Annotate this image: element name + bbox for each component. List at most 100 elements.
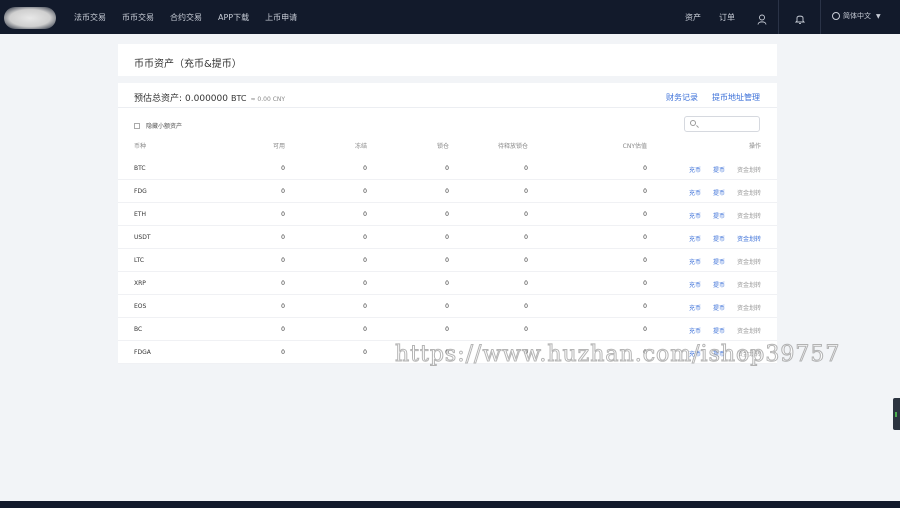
- row-actions: 充币 提币 资金划转: [677, 234, 761, 243]
- cell-cny-value: 0: [643, 257, 647, 264]
- deposit-button[interactable]: 充币: [689, 234, 701, 243]
- transfer-button[interactable]: 资金划转: [737, 211, 761, 220]
- search-input[interactable]: [684, 116, 760, 132]
- row-actions: 充币 提币 资金划转: [677, 211, 761, 220]
- main-nav: 法币交易 币币交易 合约交易 APP下载 上币申请: [74, 0, 313, 34]
- cell-locked: 0: [445, 326, 449, 333]
- cell-coin: ETH: [134, 211, 146, 218]
- withdraw-button[interactable]: 提币: [713, 280, 725, 289]
- cell-available: 0: [281, 280, 285, 287]
- deposit-button[interactable]: 充币: [689, 188, 701, 197]
- table-row: USDT 0 0 0 0 0 充币 提币 资金划转: [118, 226, 777, 249]
- cell-available: 0: [281, 188, 285, 195]
- cell-coin: FDG: [134, 188, 147, 195]
- table-row: ETH 0 0 0 0 0 充币 提币 资金划转: [118, 203, 777, 226]
- deposit-button[interactable]: 充币: [689, 257, 701, 266]
- nav-app-download[interactable]: APP下载: [218, 12, 249, 23]
- row-actions: 充币 提币 资金划转: [677, 165, 761, 174]
- transfer-button[interactable]: 资金划转: [737, 234, 761, 243]
- transfer-button[interactable]: 资金划转: [737, 188, 761, 197]
- cell-coin: BTC: [134, 165, 146, 172]
- transfer-button[interactable]: 资金划转: [737, 165, 761, 174]
- cell-coin: FDGA: [134, 349, 151, 356]
- cell-pending-unlock: 0: [524, 211, 528, 218]
- cell-pending-unlock: 0: [524, 280, 528, 287]
- cell-locked: 0: [445, 211, 449, 218]
- cell-pending-unlock: 0: [524, 326, 528, 333]
- total-assets-unit: BTC: [231, 94, 247, 103]
- cell-frozen: 0: [363, 349, 367, 356]
- withdraw-button[interactable]: 提币: [713, 165, 725, 174]
- table-row: XRP 0 0 0 0 0 充币 提币 资金划转: [118, 272, 777, 295]
- side-tab[interactable]: [893, 398, 900, 430]
- cell-cny-value: 0: [643, 234, 647, 241]
- cell-available: 0: [281, 257, 285, 264]
- transfer-button[interactable]: 资金划转: [737, 257, 761, 266]
- deposit-button[interactable]: 充币: [689, 280, 701, 289]
- header-actions: 操作: [748, 143, 761, 150]
- withdraw-button[interactable]: 提币: [713, 326, 725, 335]
- withdraw-button[interactable]: 提币: [713, 257, 725, 266]
- withdraw-button[interactable]: 提币: [713, 211, 725, 220]
- withdraw-address-link[interactable]: 提币地址管理: [712, 92, 760, 103]
- total-assets-value: 0.000000: [185, 94, 228, 104]
- header-available: 可用: [272, 143, 285, 150]
- nav-assets[interactable]: 资产: [685, 12, 701, 23]
- deposit-button[interactable]: 充币: [689, 326, 701, 335]
- deposit-button[interactable]: 充币: [689, 211, 701, 220]
- cell-cny-value: 0: [643, 303, 647, 310]
- logo[interactable]: [4, 7, 56, 29]
- withdraw-button[interactable]: 提币: [713, 303, 725, 312]
- deposit-button[interactable]: 充币: [689, 303, 701, 312]
- row-actions: 充币 提币 资金划转: [677, 280, 761, 289]
- top-navbar: 法币交易 币币交易 合约交易 APP下载 上币申请 资产 订单 简体中文 ▼: [0, 0, 900, 34]
- transfer-button[interactable]: 资金划转: [737, 280, 761, 289]
- cell-locked: 0: [445, 280, 449, 287]
- withdraw-button[interactable]: 提币: [713, 188, 725, 197]
- cell-available: 0: [281, 211, 285, 218]
- hide-small-assets[interactable]: 隐藏小额资产: [134, 121, 182, 130]
- cell-frozen: 0: [363, 211, 367, 218]
- search-icon: [690, 120, 696, 126]
- deposit-button[interactable]: 充币: [689, 165, 701, 174]
- cell-pending-unlock: 0: [524, 165, 528, 172]
- chevron-down-icon: ▼: [876, 12, 881, 20]
- cell-frozen: 0: [363, 188, 367, 195]
- cell-frozen: 0: [363, 234, 367, 241]
- financial-records-link[interactable]: 财务记录: [666, 92, 698, 103]
- cell-pending-unlock: 0: [524, 257, 528, 264]
- header-cny-value: CNY估值: [622, 143, 647, 150]
- table-row: EOS 0 0 0 0 0 充币 提币 资金划转: [118, 295, 777, 318]
- transfer-button[interactable]: 资金划转: [737, 303, 761, 312]
- hide-small-checkbox[interactable]: [134, 122, 140, 129]
- nav-listing-apply[interactable]: 上币申请: [265, 12, 297, 23]
- nav-contract-trade[interactable]: 合约交易: [170, 12, 202, 23]
- nav-coin-trade[interactable]: 币币交易: [122, 12, 154, 23]
- cell-coin: XRP: [134, 280, 146, 287]
- header-links: 财务记录 提币地址管理: [652, 92, 760, 103]
- table-row: FDG 0 0 0 0 0 充币 提币 资金划转: [118, 180, 777, 203]
- row-actions: 充币 提币 资金划转: [677, 188, 761, 197]
- row-actions: 充币 提币 资金划转: [677, 303, 761, 312]
- total-assets-label: 预估总资产:: [134, 94, 183, 104]
- language-label: 简体中文: [843, 12, 871, 20]
- nav-fiat-trade[interactable]: 法币交易: [74, 12, 106, 23]
- cell-coin: BC: [134, 326, 143, 333]
- cell-pending-unlock: 0: [524, 188, 528, 195]
- row-actions: 充币 提币 资金划转: [677, 326, 761, 335]
- cell-locked: 0: [445, 303, 449, 310]
- language-selector[interactable]: 简体中文 ▼: [832, 11, 881, 21]
- cell-available: 0: [281, 303, 285, 310]
- header-pending-unlock: 待释放锁仓: [497, 143, 528, 150]
- cell-locked: 0: [445, 257, 449, 264]
- nav-orders[interactable]: 订单: [719, 12, 735, 23]
- transfer-button[interactable]: 资金划转: [737, 326, 761, 335]
- table-header: 币种 可用 冻结 锁仓 待释放锁仓 CNY估值 操作: [118, 141, 777, 153]
- table-row: LTC 0 0 0 0 0 充币 提币 资金划转: [118, 249, 777, 272]
- cell-locked: 0: [445, 188, 449, 195]
- nav-divider: [820, 0, 821, 34]
- cell-pending-unlock: 0: [524, 234, 528, 241]
- bell-icon[interactable]: [794, 10, 806, 29]
- withdraw-button[interactable]: 提币: [713, 234, 725, 243]
- user-icon[interactable]: [757, 10, 767, 29]
